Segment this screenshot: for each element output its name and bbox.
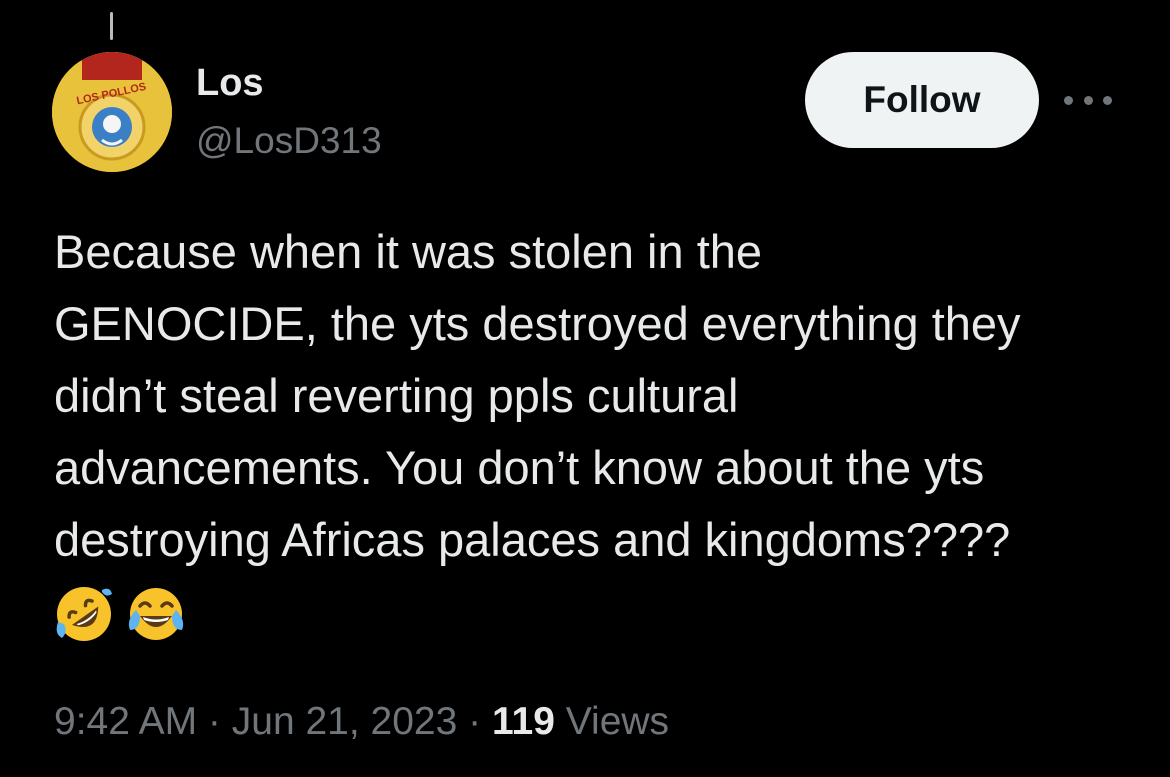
meta-separator: · <box>457 700 492 743</box>
face-with-tears-of-joy-icon <box>128 588 184 640</box>
avatar-image: LOS POLLOS <box>52 52 172 172</box>
views-label: Views <box>554 700 670 743</box>
tweet-text: Because when it was stolen in the GENOCI… <box>54 225 1021 566</box>
tweet-emojis <box>52 582 188 646</box>
follow-button[interactable]: Follow <box>805 52 1039 148</box>
tweet-meta: 9:42 AM · Jun 21, 2023 · 119 Views <box>54 696 669 748</box>
tweet-time[interactable]: 9:42 AM <box>54 700 197 743</box>
author-display-name[interactable]: Los <box>196 60 264 106</box>
views-count: 119 <box>491 700 555 743</box>
tweet-date[interactable]: Jun 21, 2023 <box>232 700 458 743</box>
thread-connector-line <box>110 12 113 40</box>
avatar[interactable]: LOS POLLOS <box>52 52 172 172</box>
author-handle[interactable]: @LosD313 <box>196 118 382 164</box>
meta-separator: · <box>197 700 232 743</box>
more-options-icon[interactable] <box>1064 90 1112 110</box>
rolling-on-floor-laughing-icon <box>56 587 112 641</box>
